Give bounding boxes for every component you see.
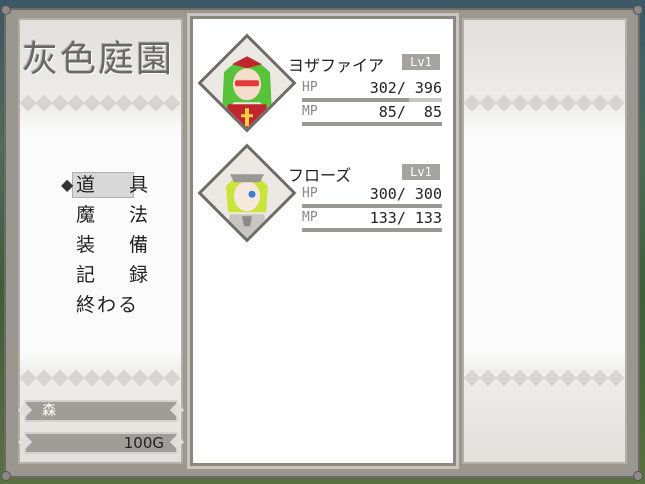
mp-bar-fill — [302, 228, 442, 232]
divider-bottom-right — [463, 369, 625, 387]
mp-bar — [302, 122, 442, 126]
mp-gauge: MP 133/ 133 — [302, 209, 442, 232]
party-member-1[interactable]: ヨザファイア Lv1 HP 302/ 396 MP 85/ 85 — [197, 33, 448, 143]
hp-value: 300/ 300 — [369, 185, 442, 203]
character-portrait-icon — [202, 152, 292, 243]
menu-item-save[interactable]: 記 録 — [58, 260, 168, 290]
portrait-2 — [197, 143, 297, 243]
gold-display: 100G — [24, 432, 178, 454]
location-display: 森 — [24, 400, 178, 422]
menu-item-quit[interactable]: 終わる — [58, 290, 168, 320]
menu-item-equipment[interactable]: 装 備 — [58, 230, 168, 260]
gold-amount: 100G — [123, 434, 164, 452]
command-menu: ◆ 道 具 魔 法 装 備 記 録 終わる — [58, 170, 168, 320]
divider-top-right — [463, 94, 625, 112]
location-name: 森 — [42, 403, 56, 419]
mp-value: 85/ 85 — [369, 103, 442, 121]
game-title: 灰色庭園 — [22, 39, 175, 80]
menu-item-magic[interactable]: 魔 法 — [58, 200, 168, 230]
hp-gauge: HP 302/ 396 — [302, 79, 442, 102]
hp-label: HP — [302, 186, 318, 201]
frame-rivet — [633, 471, 643, 481]
portrait-1 — [197, 33, 297, 133]
hp-bar — [302, 204, 442, 208]
member-name: ヨザファイア — [288, 56, 385, 75]
level-badge: Lv1 — [402, 164, 440, 180]
hp-label: HP — [302, 80, 318, 95]
hp-bar — [302, 98, 442, 102]
character-portrait-icon — [202, 42, 292, 133]
mp-gauge: MP 85/ 85 — [302, 103, 442, 126]
hp-bar-fill — [302, 204, 442, 208]
mp-bar — [302, 228, 442, 232]
mp-bar-fill — [302, 122, 442, 126]
selection-cursor-icon: ◆ — [61, 175, 74, 194]
mp-label: MP — [302, 104, 318, 119]
hp-value: 302/ 396 — [369, 79, 442, 97]
mp-label: MP — [302, 210, 318, 225]
member-name: フローズ — [288, 166, 352, 185]
hp-gauge: HP 300/ 300 — [302, 185, 442, 208]
frame-rivet — [633, 5, 643, 15]
frame-rivet — [1, 471, 11, 481]
level-badge: Lv1 — [402, 54, 440, 70]
party-member-2[interactable]: フローズ Lv1 HP 300/ 300 MP 133/ 133 — [197, 143, 448, 253]
menu-item-items[interactable]: ◆ 道 具 — [58, 170, 168, 200]
mp-value: 133/ 133 — [369, 209, 442, 227]
right-panel — [462, 18, 627, 464]
divider-bottom-left — [19, 369, 181, 387]
hp-bar-fill — [302, 98, 409, 102]
frame-rivet — [1, 5, 11, 15]
divider-top-left — [19, 94, 181, 112]
